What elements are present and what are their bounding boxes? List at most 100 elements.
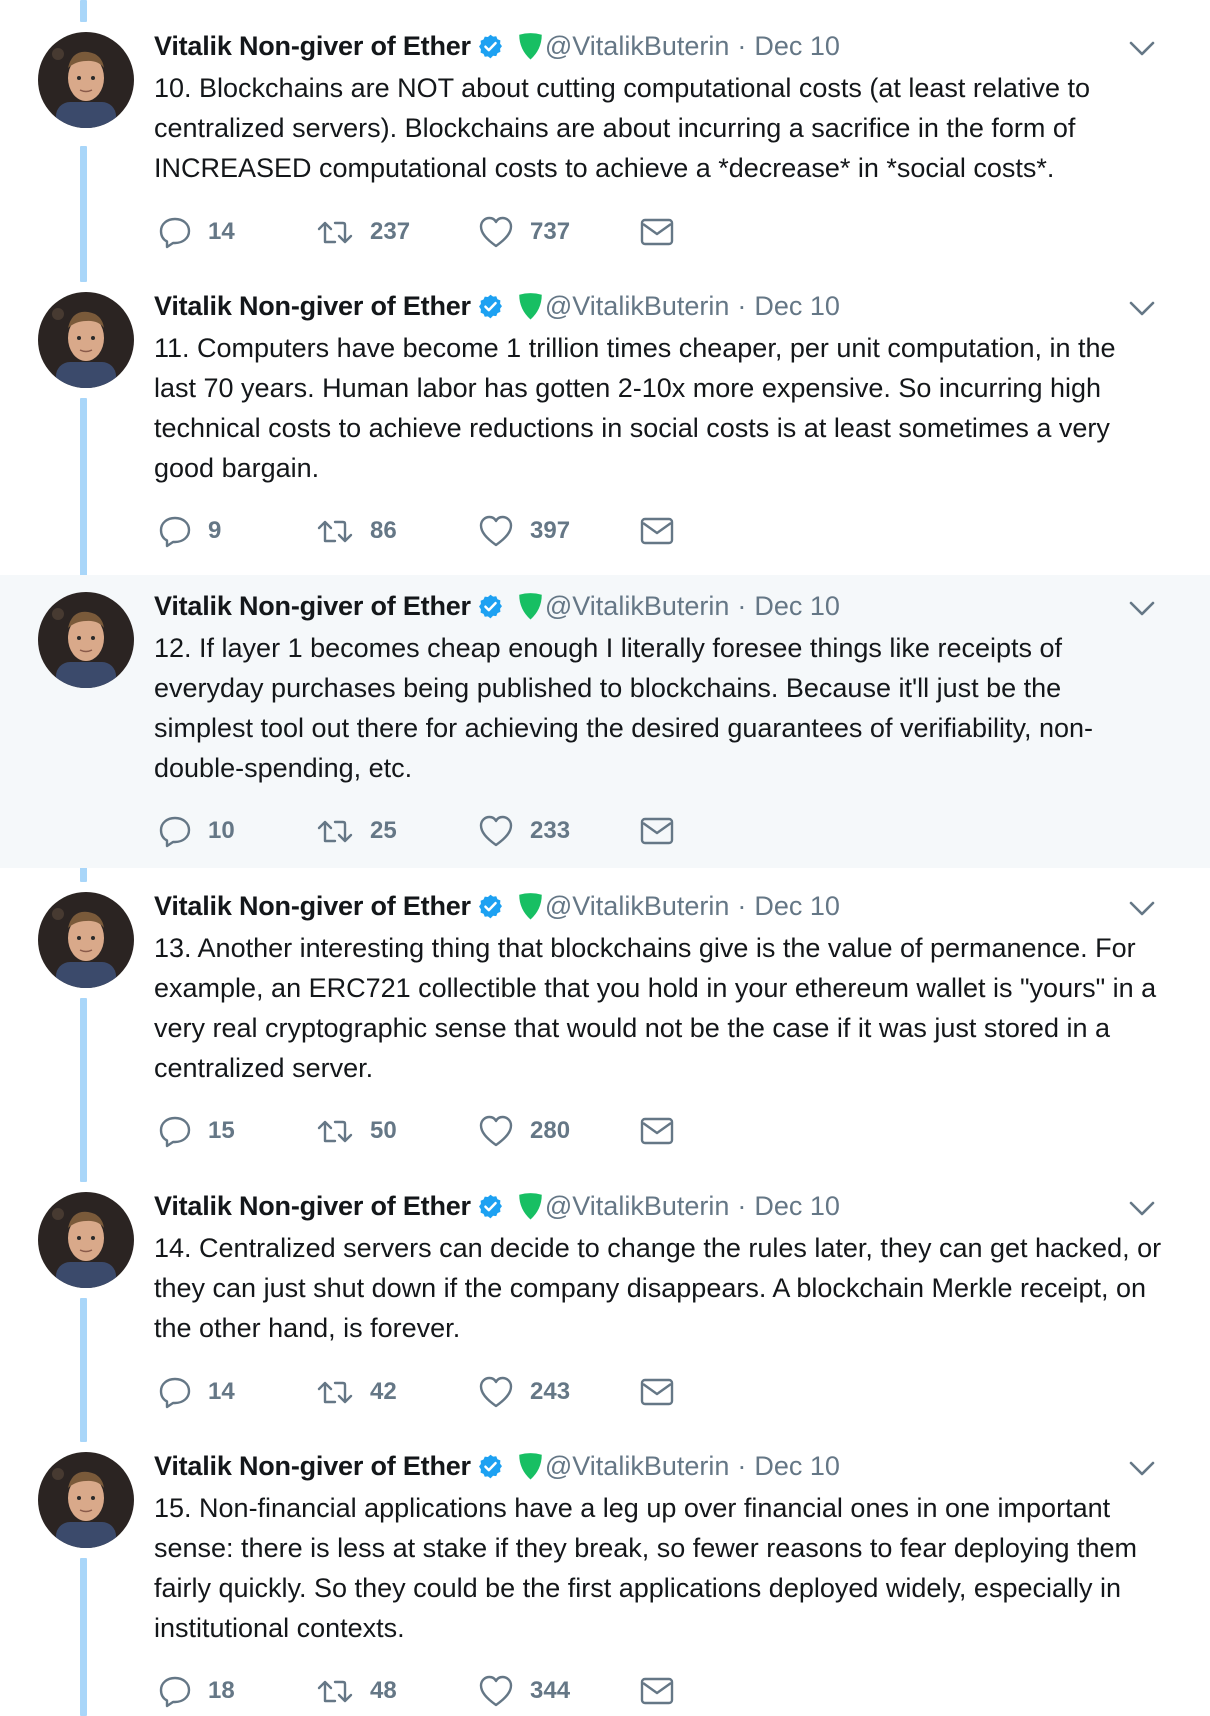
tweet-text: 13. Another interesting thing that block… bbox=[154, 933, 1157, 1083]
envelope-icon bbox=[640, 817, 674, 845]
direct-message-button[interactable] bbox=[640, 212, 674, 252]
tweet-header: Vitalik Non-giver of Ether @VitalikButer… bbox=[154, 589, 840, 623]
retweet-button[interactable]: 86 bbox=[316, 511, 397, 551]
chevron-down-icon[interactable] bbox=[1126, 32, 1158, 64]
avatar-image bbox=[38, 1452, 134, 1548]
chevron-down-icon[interactable] bbox=[1126, 592, 1158, 624]
retweet-button[interactable]: 48 bbox=[316, 1671, 397, 1711]
author-name[interactable]: Vitalik Non-giver of Ether bbox=[154, 291, 471, 322]
author-handle[interactable]: @VitalikButerin bbox=[545, 291, 730, 322]
like-count: 233 bbox=[530, 817, 571, 844]
direct-message-button[interactable] bbox=[640, 511, 674, 551]
green-shield-icon bbox=[519, 1193, 542, 1220]
direct-message-button[interactable] bbox=[640, 1671, 674, 1711]
tweet-actions: 9 86 397 bbox=[158, 511, 718, 551]
like-count: 243 bbox=[530, 1378, 571, 1405]
retweet-icon bbox=[317, 1120, 353, 1143]
retweet-icon bbox=[317, 1381, 353, 1404]
avatar-image bbox=[38, 1192, 134, 1288]
retweet-button[interactable]: 50 bbox=[316, 1111, 397, 1151]
retweet-button[interactable]: 25 bbox=[316, 811, 397, 851]
envelope-icon bbox=[640, 1117, 674, 1145]
reply-icon bbox=[159, 1377, 191, 1409]
avatar-image bbox=[38, 892, 134, 988]
author-handle[interactable]: @VitalikButerin bbox=[545, 891, 730, 922]
author-handle[interactable]: @VitalikButerin bbox=[545, 1451, 730, 1482]
tweet-header: Vitalik Non-giver of Ether @VitalikButer… bbox=[154, 1449, 840, 1483]
retweet-icon bbox=[317, 221, 353, 244]
retweet-count: 86 bbox=[370, 517, 397, 544]
tweet-date[interactable]: Dec 10 bbox=[754, 591, 840, 622]
separator-dot: · bbox=[737, 590, 747, 621]
like-button[interactable]: 397 bbox=[478, 511, 570, 551]
chevron-down-icon[interactable] bbox=[1126, 1452, 1158, 1484]
tweet[interactable]: Vitalik Non-giver of Ether @VitalikButer… bbox=[0, 875, 1210, 1175]
reply-button[interactable]: 15 bbox=[158, 1111, 235, 1151]
avatar[interactable] bbox=[38, 1452, 134, 1548]
author-name[interactable]: Vitalik Non-giver of Ether bbox=[154, 1191, 471, 1222]
direct-message-button[interactable] bbox=[640, 811, 674, 851]
tweet-date[interactable]: Dec 10 bbox=[754, 291, 840, 322]
chevron-down-icon[interactable] bbox=[1126, 292, 1158, 324]
green-shield-icon bbox=[519, 293, 542, 320]
avatar[interactable] bbox=[38, 592, 134, 688]
chevron-down-icon[interactable] bbox=[1126, 892, 1158, 924]
retweet-button[interactable]: 237 bbox=[316, 212, 410, 252]
avatar[interactable] bbox=[38, 292, 134, 388]
tweet-text: 11. Computers have become 1 trillion tim… bbox=[154, 333, 1116, 483]
avatar[interactable] bbox=[38, 32, 134, 128]
avatar[interactable] bbox=[38, 892, 134, 988]
direct-message-button[interactable] bbox=[640, 1111, 674, 1151]
chevron-down-icon[interactable] bbox=[1126, 1192, 1158, 1224]
retweet-button[interactable]: 42 bbox=[316, 1372, 397, 1412]
avatar[interactable] bbox=[38, 1192, 134, 1288]
separator-dot: · bbox=[737, 1190, 747, 1221]
tweet-header: Vitalik Non-giver of Ether @VitalikButer… bbox=[154, 289, 840, 323]
author-name[interactable]: Vitalik Non-giver of Ether bbox=[154, 891, 471, 922]
author-name[interactable]: Vitalik Non-giver of Ether bbox=[154, 31, 471, 62]
tweet[interactable]: Vitalik Non-giver of Ether @VitalikButer… bbox=[0, 1435, 1210, 1716]
like-button[interactable]: 233 bbox=[478, 811, 570, 851]
tweet[interactable]: Vitalik Non-giver of Ether @VitalikButer… bbox=[0, 575, 1210, 868]
avatar-image bbox=[38, 592, 134, 688]
tweet[interactable]: Vitalik Non-giver of Ether @VitalikButer… bbox=[0, 275, 1210, 575]
author-handle[interactable]: @VitalikButerin bbox=[545, 591, 730, 622]
reply-count: 14 bbox=[208, 218, 235, 245]
reply-button[interactable]: 14 bbox=[158, 1372, 235, 1412]
like-button[interactable]: 344 bbox=[478, 1671, 570, 1711]
tweet-date[interactable]: Dec 10 bbox=[754, 1191, 840, 1222]
like-count: 344 bbox=[530, 1677, 571, 1704]
author-handle[interactable]: @VitalikButerin bbox=[545, 31, 730, 62]
reply-count: 9 bbox=[208, 517, 222, 544]
like-button[interactable]: 243 bbox=[478, 1372, 570, 1412]
tweet-date[interactable]: Dec 10 bbox=[754, 1451, 840, 1482]
like-count: 737 bbox=[530, 218, 571, 245]
heart-icon bbox=[479, 1115, 513, 1147]
author-handle[interactable]: @VitalikButerin bbox=[545, 1191, 730, 1222]
author-name[interactable]: Vitalik Non-giver of Ether bbox=[154, 591, 471, 622]
reply-icon bbox=[159, 1676, 191, 1708]
retweet-icon bbox=[317, 520, 353, 543]
reply-button[interactable]: 9 bbox=[158, 511, 221, 551]
envelope-icon bbox=[640, 1677, 674, 1705]
direct-message-button[interactable] bbox=[640, 1372, 674, 1412]
like-button[interactable]: 280 bbox=[478, 1111, 570, 1151]
reply-button[interactable]: 14 bbox=[158, 212, 235, 252]
tweet[interactable]: Vitalik Non-giver of Ether @VitalikButer… bbox=[0, 1175, 1210, 1435]
tweet-date[interactable]: Dec 10 bbox=[754, 891, 840, 922]
author-name[interactable]: Vitalik Non-giver of Ether bbox=[154, 1451, 471, 1482]
verified-badge-icon bbox=[478, 894, 502, 918]
tweet-header: Vitalik Non-giver of Ether @VitalikButer… bbox=[154, 29, 840, 63]
tweet[interactable]: Vitalik Non-giver of Ether @VitalikButer… bbox=[0, 0, 1210, 275]
heart-icon bbox=[479, 1376, 513, 1408]
reply-icon bbox=[159, 516, 191, 548]
tweet-date[interactable]: Dec 10 bbox=[754, 31, 840, 62]
verified-badge-icon bbox=[478, 34, 502, 58]
reply-button[interactable]: 10 bbox=[158, 811, 235, 851]
like-button[interactable]: 737 bbox=[478, 212, 570, 252]
tweet-text: 12. If layer 1 becomes cheap enough I li… bbox=[154, 633, 1094, 783]
reply-count: 18 bbox=[208, 1677, 235, 1704]
tweet-header: Vitalik Non-giver of Ether @VitalikButer… bbox=[154, 1189, 840, 1223]
reply-button[interactable]: 18 bbox=[158, 1671, 235, 1711]
tweet-text: 15. Non-financial applications have a le… bbox=[154, 1493, 1138, 1643]
